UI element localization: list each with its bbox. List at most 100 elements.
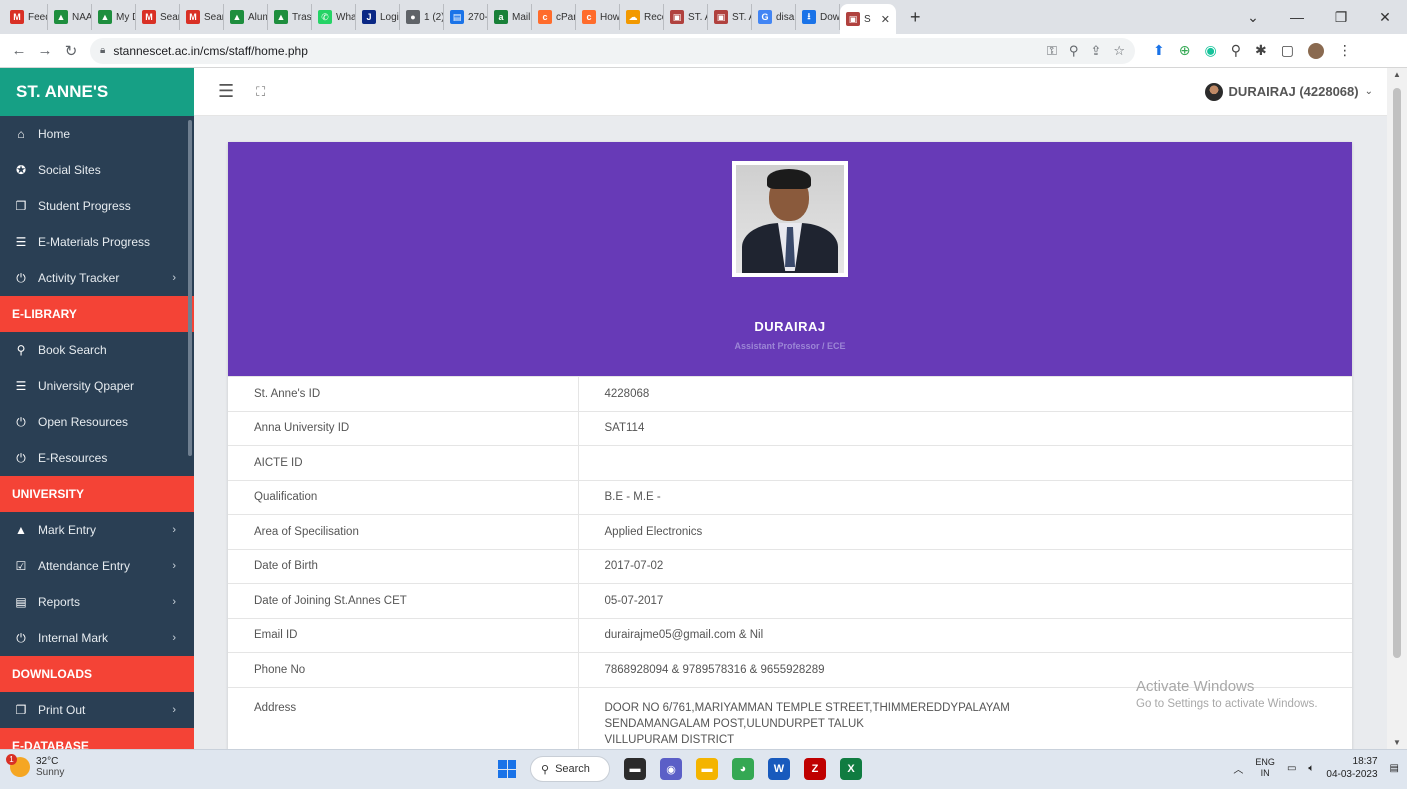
- sidebar-item[interactable]: ❐ Student Progress: [0, 188, 194, 224]
- extension-search-icon[interactable]: ⚲: [1231, 42, 1241, 59]
- sidebar: ST. ANNE'S ⌂ Home ✪ Social Sites ❐ Student Pr…: [0, 68, 194, 749]
- browser-tab[interactable]: ▤ 270-: [444, 4, 488, 30]
- back-button[interactable]: ←: [6, 42, 32, 59]
- page-scrollbar[interactable]: ▲ ▼: [1387, 68, 1407, 749]
- sidebar-section: E-LIBRARY: [0, 296, 194, 332]
- browser-tab[interactable]: ✆ What: [312, 4, 356, 30]
- bookmark-star-icon[interactable]: ☆: [1113, 43, 1125, 59]
- report-icon: ▤: [15, 595, 27, 609]
- field-label: St. Anne's ID: [228, 376, 579, 411]
- chrome-icon[interactable]: ◕: [732, 758, 754, 780]
- sidebar-item[interactable]: ⏻ Activity Tracker ›: [0, 260, 194, 296]
- browser-tab[interactable]: ● 1 (2): [400, 4, 444, 30]
- reload-button[interactable]: ↻: [58, 42, 84, 60]
- power-icon: ⏻: [16, 630, 26, 645]
- key-icon[interactable]: ⚿: [1047, 43, 1057, 59]
- scrollbar-thumb[interactable]: [1393, 88, 1401, 658]
- sidebar-item[interactable]: ☰ University Qpaper: [0, 368, 194, 404]
- browser-tab[interactable]: M Feed: [4, 4, 48, 30]
- sidebar-item[interactable]: ❐ Print Out ›: [0, 692, 194, 728]
- field-label: Date of Joining St.Annes CET: [228, 583, 579, 618]
- new-tab-button[interactable]: +: [910, 7, 921, 28]
- user-menu[interactable]: DURAIRAJ (4228068) ⌄: [1204, 82, 1373, 101]
- browser-tab-active[interactable]: ▣ S ✕: [840, 4, 896, 34]
- browser-tab-strip: M Feed ▲ NAAC ▲ My D M Searc M Searc ▲ Alum ▲ Trash ✆ W…: [0, 0, 1407, 34]
- extension-arrow-icon[interactable]: ⬆: [1153, 42, 1165, 59]
- file-explorer-icon[interactable]: ▬: [624, 758, 646, 780]
- tab-search-icon[interactable]: ⌄: [1231, 9, 1275, 26]
- scroll-down-icon[interactable]: ▼: [1387, 738, 1407, 747]
- taskbar-search[interactable]: ⚲ Search: [530, 756, 610, 782]
- close-window-button[interactable]: ✕: [1363, 9, 1407, 26]
- sidebar-item[interactable]: ⏻ Internal Mark ›: [0, 620, 194, 656]
- forward-button[interactable]: →: [32, 42, 58, 59]
- word-icon[interactable]: W: [768, 758, 790, 780]
- sidebar-item[interactable]: ☰ E-Materials Progress: [0, 224, 194, 260]
- menu-toggle-icon[interactable]: ☰: [218, 81, 234, 102]
- profile-avatar-icon[interactable]: [1307, 42, 1324, 59]
- sidebar-item[interactable]: ⌂ Home: [0, 116, 194, 152]
- lock-icon: 🔒︎: [100, 45, 106, 56]
- table-row: AICTE ID: [228, 445, 1352, 480]
- sidebar-item-label: Book Search: [38, 343, 107, 357]
- table-row: Email ID durairajme05@gmail.com & Nil: [228, 617, 1352, 653]
- chevron-right-icon: ›: [172, 632, 176, 644]
- browser-tab[interactable]: ▲ My D: [92, 4, 136, 30]
- browser-tab[interactable]: ▣ ST. A: [664, 4, 708, 30]
- sidebar-item[interactable]: ⏻ E-Resources: [0, 440, 194, 476]
- browser-tab[interactable]: M Searc: [136, 4, 180, 30]
- browser-tab[interactable]: c How: [576, 4, 620, 30]
- browser-tab[interactable]: ccPan: [532, 4, 576, 30]
- url-field[interactable]: 🔒︎ stannescet.ac.in/cms/staff/home.php ⚿…: [90, 37, 1135, 64]
- filezilla-icon[interactable]: Z: [804, 758, 826, 780]
- extensions-puzzle-icon[interactable]: ✱: [1255, 42, 1267, 59]
- extension-grammarly-icon[interactable]: ◉: [1204, 42, 1216, 59]
- browser-tab[interactable]: ▣ ST. A: [708, 4, 752, 30]
- sidebar-item[interactable]: ⚲ Book Search: [0, 332, 194, 368]
- scroll-up-icon[interactable]: ▲: [1387, 70, 1407, 79]
- chrome-menu-icon[interactable]: ⋮: [1338, 42, 1352, 59]
- sidebar-item[interactable]: ⏻ Open Resources: [0, 404, 194, 440]
- browser-tab[interactable]: ☁ Reco: [620, 4, 664, 30]
- sidebar-item-label: Activity Tracker: [38, 271, 120, 285]
- clock[interactable]: 18:37 04-03-2023: [1326, 755, 1377, 781]
- notification-icon[interactable]: ▤: [1390, 763, 1399, 774]
- browser-tab[interactable]: ⭳ Dow: [796, 4, 840, 30]
- chevron-up-icon[interactable]: ︿: [1233, 761, 1243, 776]
- volume-icon[interactable]: 🔈︎: [1308, 763, 1314, 774]
- browser-tab[interactable]: M Searc: [180, 4, 224, 30]
- excel-icon[interactable]: X: [840, 758, 862, 780]
- network-icon[interactable]: ▭: [1287, 763, 1296, 774]
- browser-tab[interactable]: a Mail: [488, 4, 532, 30]
- language-indicator[interactable]: ENG IN: [1255, 757, 1275, 779]
- side-panel-icon[interactable]: ▢: [1281, 42, 1294, 59]
- folder-icon[interactable]: ▬: [696, 758, 718, 780]
- top-header: ☰ ⛶ DURAIRAJ (4228068) ⌄: [194, 68, 1387, 116]
- sidebar-item[interactable]: ▤ Reports ›: [0, 584, 194, 620]
- power-icon: ⏻: [16, 414, 26, 429]
- address-line: SENDAMANGALAM POST,ULUNDURPET TALUK: [604, 717, 864, 730]
- zoom-icon[interactable]: ⚲: [1069, 43, 1079, 59]
- start-button[interactable]: [498, 760, 516, 778]
- tab-close-icon[interactable]: ✕: [881, 13, 890, 26]
- tab-label: 270-: [468, 11, 488, 23]
- weather-widget[interactable]: 1 32°C Sunny: [6, 754, 64, 778]
- minimize-button[interactable]: —: [1275, 9, 1319, 25]
- browser-tab[interactable]: ▲ NAAC: [48, 4, 92, 30]
- browser-tab[interactable]: Gdisal: [752, 4, 796, 30]
- brand-logo[interactable]: ST. ANNE'S: [0, 68, 194, 116]
- sidebar-item[interactable]: ▲ Mark Entry ›: [0, 512, 194, 548]
- extension-link-icon[interactable]: ⊕: [1179, 42, 1191, 59]
- teams-chat-icon[interactable]: ◉: [660, 758, 682, 780]
- sidebar-scrollbar[interactable]: [188, 120, 192, 456]
- browser-tab[interactable]: ▲ Alum: [224, 4, 268, 30]
- browser-tab[interactable]: ▲ Trash: [268, 4, 312, 30]
- browser-tab[interactable]: J Login: [356, 4, 400, 30]
- college-icon: ▣: [670, 10, 684, 24]
- share-icon[interactable]: ⇪: [1090, 43, 1101, 59]
- fullscreen-icon[interactable]: ⛶: [256, 84, 265, 100]
- restore-button[interactable]: ❐: [1319, 9, 1363, 26]
- sidebar-item[interactable]: ☑ Attendance Entry ›: [0, 548, 194, 584]
- chevron-right-icon: ›: [172, 704, 176, 716]
- sidebar-item[interactable]: ✪ Social Sites: [0, 152, 194, 188]
